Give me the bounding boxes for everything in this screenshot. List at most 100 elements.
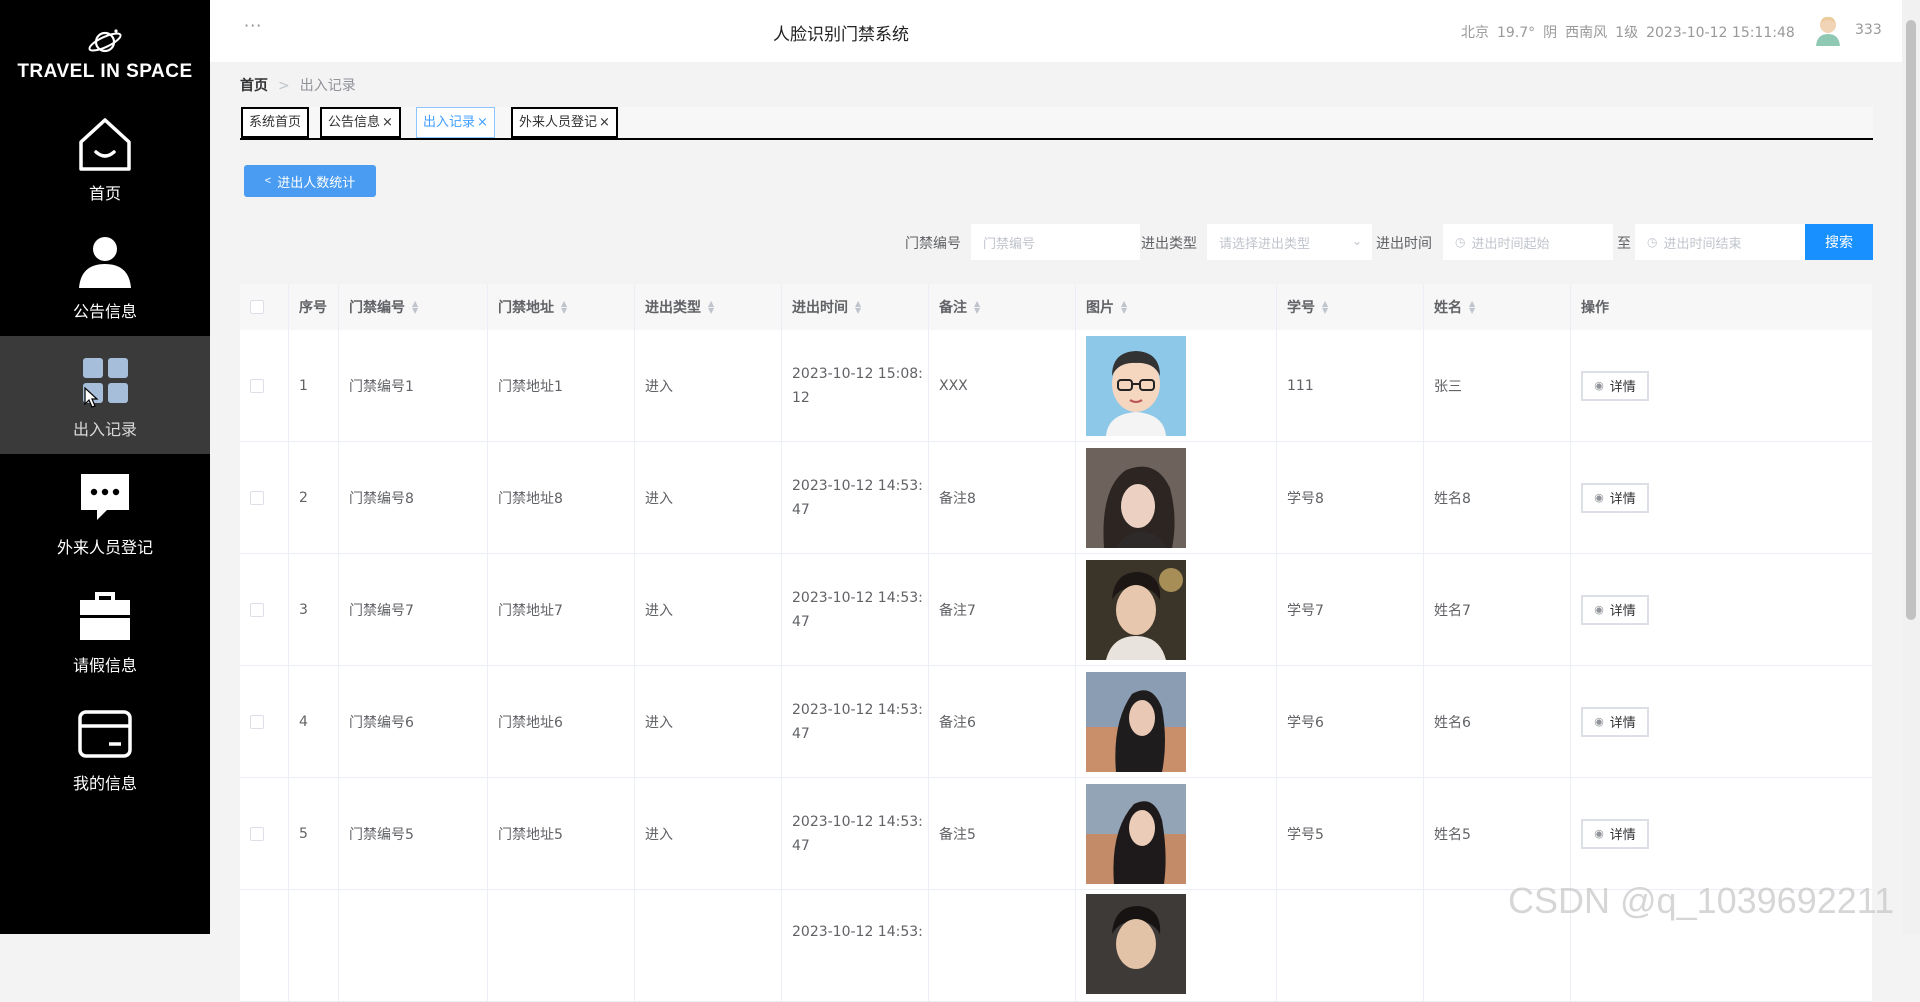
face-photo[interactable] — [1086, 894, 1186, 994]
face-photo[interactable] — [1086, 559, 1186, 660]
col-label: 门禁编号 — [349, 300, 405, 316]
gate-no-input[interactable]: 门禁编号 — [971, 224, 1140, 260]
select-all-checkbox[interactable] — [250, 300, 264, 314]
cell-time: 2023-10-12 14:53: 47 — [781, 554, 928, 665]
cell-gate-no: 门禁编号6 — [338, 666, 487, 777]
table-row: 1 门禁编号1 门禁地址1 进入 2023-10-12 15:08: 12 XX… — [240, 330, 1872, 442]
face-photo[interactable] — [1086, 447, 1186, 548]
tab-visitor-registration[interactable]: 外来人员登记 × — [511, 107, 618, 138]
sidebar-item-leave-info[interactable]: 请假信息 — [0, 572, 210, 690]
sidebar-item-my-info[interactable]: 我的信息 — [0, 690, 210, 808]
col-student-no[interactable]: 学号 ▲ ▼ — [1276, 284, 1423, 330]
eye-icon: ◉ — [1594, 715, 1604, 728]
sort-icon[interactable]: ▲ ▼ — [1121, 300, 1127, 315]
table-row: 2 门禁编号8 门禁地址8 进入 2023-10-12 14:53: 47 备注… — [240, 442, 1872, 554]
breadcrumb-home[interactable]: 首页 — [240, 78, 268, 94]
entry-exit-stats-button[interactable]: < 进出人数统计 — [244, 165, 376, 197]
row-checkbox[interactable] — [250, 602, 264, 617]
cell-index — [288, 890, 338, 1001]
sidebar-item-access-records[interactable]: 出入记录 — [0, 336, 210, 454]
avatar[interactable] — [1814, 14, 1842, 46]
col-time[interactable]: 进出时间 ▲ ▼ — [781, 284, 928, 330]
chevron-down-icon: ⌄ — [1351, 234, 1362, 248]
detail-label: 详情 — [1609, 604, 1636, 619]
eye-icon: ◉ — [1594, 379, 1604, 392]
face-photo[interactable] — [1086, 783, 1186, 884]
row-checkbox[interactable] — [250, 490, 264, 505]
sort-icon[interactable]: ▲ ▼ — [855, 300, 861, 315]
tab-label: 外来人员登记 — [519, 115, 598, 130]
tab-announcements[interactable]: 公告信息 × — [320, 107, 401, 138]
table-row: 4 门禁编号6 门禁地址6 进入 2023-10-12 14:53: 47 备注… — [240, 666, 1872, 778]
cell-photo — [1075, 778, 1276, 889]
sort-icon[interactable]: ▲ ▼ — [974, 300, 980, 315]
row-checkbox[interactable] — [250, 826, 264, 841]
cell-photo — [1075, 666, 1276, 777]
cell-name: 姓名5 — [1423, 778, 1570, 889]
row-select-cell — [240, 442, 288, 553]
page-scrollbar[interactable] — [1902, 0, 1920, 934]
detail-button[interactable]: ◉ 详情 — [1581, 818, 1649, 849]
cell-index: 5 — [288, 778, 338, 889]
weather-level: 1级 — [1615, 25, 1639, 41]
col-address[interactable]: 门禁地址 ▲ ▼ — [487, 284, 634, 330]
close-icon[interactable]: × — [599, 115, 610, 130]
detail-button[interactable]: ◉ 详情 — [1581, 706, 1649, 737]
row-checkbox[interactable] — [250, 378, 264, 393]
breadcrumb-separator: > — [278, 78, 290, 94]
briefcase-icon — [80, 592, 130, 640]
sort-icon[interactable]: ▲ ▼ — [1469, 300, 1475, 315]
cell-type: 进入 — [634, 442, 781, 553]
sort-icon[interactable]: ▲ ▼ — [1322, 300, 1328, 315]
face-photo[interactable] — [1086, 671, 1186, 772]
weather-condition: 阴 — [1543, 25, 1558, 41]
top-bar: ··· 人脸识别门禁系统 北京 19.7° 阴西南风 1级 2023-10-12 15:… — [210, 0, 1902, 62]
clock-icon: ◷ — [1455, 235, 1466, 249]
detail-label: 详情 — [1609, 716, 1636, 731]
sort-icon[interactable]: ▲ ▼ — [561, 300, 567, 315]
type-select[interactable]: 请选择进出类型 ⌄ — [1207, 224, 1372, 260]
sidebar-item-announcements[interactable]: 公告信息 — [0, 218, 210, 336]
time-end-input[interactable]: ◷ 进出时间结束 — [1635, 224, 1805, 260]
row-select-cell — [240, 554, 288, 665]
sort-icon[interactable]: ▲ ▼ — [412, 300, 418, 315]
chat-icon — [81, 474, 129, 520]
cell-name: 姓名7 — [1423, 554, 1570, 665]
cell-address: 门禁地址1 — [487, 330, 634, 441]
cell-time: 2023-10-12 14:53: 47 — [781, 666, 928, 777]
tab-access-records[interactable]: 出入记录 × — [416, 107, 495, 138]
col-label: 学号 — [1287, 300, 1315, 316]
cell-student-no: 学号8 — [1276, 442, 1423, 553]
username[interactable]: 333 — [1855, 22, 1882, 38]
col-name[interactable]: 姓名 ▲ ▼ — [1423, 284, 1570, 330]
sidebar-item-visitor-registration[interactable]: 外来人员登记 — [0, 454, 210, 572]
detail-button[interactable]: ◉ 详情 — [1581, 370, 1649, 401]
detail-button[interactable]: ◉ 详情 — [1581, 594, 1649, 625]
sort-icon[interactable]: ▲ ▼ — [708, 300, 714, 315]
search-button[interactable]: 搜索 — [1805, 224, 1873, 260]
col-remark[interactable]: 备注 ▲ ▼ — [928, 284, 1075, 330]
sidebar: TRAVEL IN SPACE 首页 公告信息 出入记录 外来人员登记 请假信息… — [0, 0, 210, 934]
cell-photo — [1075, 890, 1276, 1001]
row-select-cell — [240, 666, 288, 777]
menu-dots-icon[interactable]: ··· — [244, 16, 262, 35]
tab-system-home[interactable]: 系统首页 — [241, 107, 310, 138]
col-gate-no[interactable]: 门禁编号 ▲ ▼ — [338, 284, 487, 330]
scrollbar-thumb[interactable] — [1906, 20, 1916, 620]
row-checkbox[interactable] — [250, 714, 264, 729]
close-icon[interactable]: × — [477, 115, 488, 130]
sidebar-item-home[interactable]: 首页 — [0, 100, 210, 218]
face-photo[interactable] — [1086, 335, 1186, 436]
detail-button[interactable]: ◉ 详情 — [1581, 482, 1649, 513]
cell-address: 门禁地址6 — [487, 666, 634, 777]
cell-index: 3 — [288, 554, 338, 665]
cell-name: 姓名6 — [1423, 666, 1570, 777]
cell-actions: ◉ 详情 — [1570, 330, 1872, 441]
cell-actions: ◉ 详情 — [1570, 666, 1872, 777]
time-start-input[interactable]: ◷ 进出时间起始 — [1443, 224, 1613, 260]
cell-time: 2023-10-12 14:53: 47 — [781, 778, 928, 889]
col-type[interactable]: 进出类型 ▲ ▼ — [634, 284, 781, 330]
time-to-label: 至 — [1617, 236, 1631, 252]
close-icon[interactable]: × — [382, 115, 393, 130]
col-photo[interactable]: 图片 ▲ ▼ — [1075, 284, 1276, 330]
